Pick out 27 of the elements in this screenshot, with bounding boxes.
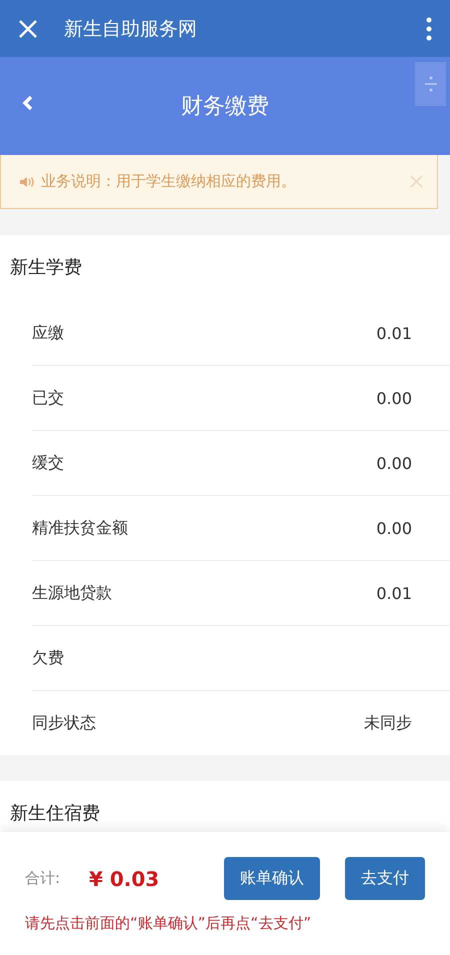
section-title: 新生住宿费 xyxy=(9,802,101,826)
fee-value: 0.00 xyxy=(376,518,412,538)
pay-button[interactable]: 去支付 xyxy=(345,857,425,900)
hint-text: 请先点击前面的“账单确认”后再点“去支付” xyxy=(25,914,312,933)
fee-value: 0.00 xyxy=(376,388,412,408)
notice-text: 业务说明：用于学生缴纳相应的费用。 xyxy=(41,172,297,191)
fee-label: 已交 xyxy=(32,388,64,408)
page-title: 财务缴费 xyxy=(180,93,270,121)
fee-value: 未同步 xyxy=(364,712,412,734)
fee-value: 0.01 xyxy=(376,324,412,342)
total-label: 合计: xyxy=(25,869,62,888)
back-icon[interactable] xyxy=(22,95,34,111)
fee-label: 缓交 xyxy=(32,452,64,474)
more-icon[interactable] xyxy=(426,16,432,40)
speaker-icon xyxy=(19,176,35,188)
confirm-bill-button[interactable]: 账单确认 xyxy=(224,857,320,900)
fee-label: 应缴 xyxy=(32,322,64,344)
fee-label: 精准扶贫金额 xyxy=(32,518,128,538)
fee-label: 欠费 xyxy=(32,648,64,668)
total-amount: ¥ 0.03 xyxy=(88,866,160,890)
window-title: 新生自助服务网 xyxy=(64,16,198,42)
fee-label: 同步状态 xyxy=(32,712,96,734)
divide-icon xyxy=(424,74,438,94)
fee-value: 0.00 xyxy=(376,454,412,472)
section-title: 新生学费 xyxy=(9,256,83,280)
fee-label: 生源地贷款 xyxy=(32,582,112,604)
fee-value: 0.01 xyxy=(376,584,412,602)
